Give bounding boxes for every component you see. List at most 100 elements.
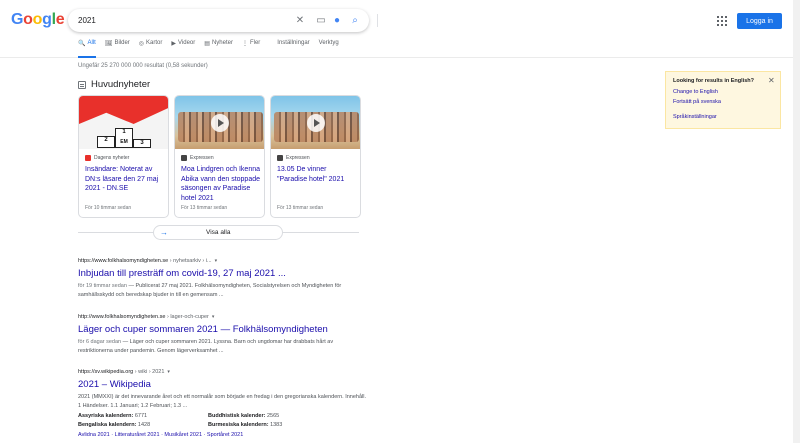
- play-icon[interactable]: [211, 114, 229, 132]
- tab-images[interactable]: 🖼 Bilder: [105, 40, 130, 58]
- tab-label: Videor: [178, 40, 196, 46]
- fact-row: Bengaliska kalendern: 1428: [78, 421, 208, 430]
- panel-title: Looking for results in English?: [673, 78, 754, 84]
- apps-grid-icon[interactable]: [717, 16, 727, 26]
- result-path: › lager-och-cuper: [165, 314, 209, 320]
- news-card[interactable]: Expressen Moa Lindgren och Ikenna Abika …: [174, 95, 265, 218]
- result-date: för 19 timmar sedan: [78, 283, 127, 289]
- clear-icon[interactable]: ✕: [294, 14, 306, 26]
- news-time: För 10 timmar sedan: [85, 205, 132, 211]
- news-source: Dagens nyheter: [85, 155, 129, 161]
- result-title[interactable]: Läger och cuper sommaren 2021 — Folkhäls…: [78, 324, 368, 335]
- logo-letter: o: [32, 11, 43, 28]
- tab-label: Allt: [87, 40, 96, 46]
- fact-key: Buddhistisk kalender:: [208, 413, 266, 419]
- play-icon[interactable]: [307, 114, 325, 132]
- tab-maps[interactable]: ◎ Kartor: [139, 40, 163, 58]
- search-result: http://www.folkhalsomyndigheten.se › lag…: [78, 314, 368, 356]
- close-icon[interactable]: ✕: [768, 76, 775, 85]
- search-icon: 🔍: [78, 41, 86, 47]
- more-options-icon[interactable]: ▾: [212, 314, 215, 320]
- tab-label: Nyheter: [211, 40, 233, 46]
- result-domain: https://www.folkhalsomyndigheten.se: [78, 258, 169, 264]
- result-stats: Ungefär 25 270 000 000 resultat (0,58 se…: [78, 63, 208, 69]
- more-options-icon[interactable]: ▾: [167, 369, 170, 375]
- news-source: Expressen: [181, 155, 214, 161]
- news-title[interactable]: 13.05 De vinner "Paradise hotel" 2021: [277, 165, 357, 184]
- tools-link[interactable]: Verktyg: [319, 40, 339, 58]
- login-button[interactable]: Logga in: [737, 13, 782, 29]
- podium-label: 2: [97, 136, 115, 148]
- fact-row: Burmesiska kalendern: 1383: [208, 421, 338, 430]
- result-title[interactable]: 2021 – Wikipedia: [78, 379, 368, 390]
- source-name: Expressen: [286, 155, 310, 161]
- more-options-icon[interactable]: ▾: [215, 258, 218, 264]
- news-card[interactable]: Expressen 13.05 De vinner "Paradise hote…: [270, 95, 361, 218]
- fact-row: Assyriska kalendern: 6771: [78, 412, 208, 421]
- news-icon: [78, 80, 86, 89]
- change-to-english-link[interactable]: Change to English: [673, 89, 718, 95]
- fact-key: Burmesiska kalendern:: [208, 422, 269, 428]
- news-thumbnail: 2 1 EM 3: [79, 96, 168, 149]
- tab-news[interactable]: ▤ Nyheter: [204, 40, 233, 58]
- result-url[interactable]: https://sv.wikipedia.org › wiki › 2021 ▾: [78, 369, 368, 375]
- search-tabs: 🔍 Allt 🖼 Bilder ◎ Kartor ▶ Videor ▤ Nyheter ⋮…: [78, 40, 348, 58]
- fact-key: Bengaliska kalendern:: [78, 422, 137, 428]
- infobox-facts: Assyriska kalendern: 6771 Buddhistisk ka…: [78, 412, 368, 430]
- scrollbar[interactable]: [793, 0, 800, 443]
- language-settings-link[interactable]: Språkinställningar: [673, 114, 717, 120]
- podium-label: 3: [133, 139, 151, 148]
- fact-value: 1428: [137, 422, 151, 428]
- fact-key: Assyriska kalendern:: [78, 413, 134, 419]
- result-snippet: för 6 dagar sedan — Läger och cuper somm…: [78, 338, 368, 356]
- result-path: › nyhetsarkiv › i...: [168, 258, 212, 264]
- keyboard-icon[interactable]: ▭: [315, 14, 327, 26]
- tab-more[interactable]: ⋮ Fler: [242, 40, 260, 58]
- search-input[interactable]: [78, 13, 278, 28]
- result-title[interactable]: Inbjudan till presträff om covid-19, 27 …: [78, 268, 368, 279]
- tab-all[interactable]: 🔍 Allt: [78, 40, 96, 58]
- news-title[interactable]: Moa Lindgren och Ikenna Abika vann den s…: [181, 165, 261, 203]
- result-snippet: 2021 (MMXXI) är det innevarande året och…: [78, 394, 367, 409]
- tools-label: Verktyg: [318, 40, 339, 46]
- source-name: Expressen: [190, 155, 214, 161]
- top-stories-title: Huvudnyheter: [91, 79, 151, 90]
- news-source: Expressen: [277, 155, 310, 161]
- news-title[interactable]: Insändare: Noterat av DN:s läsare den 27…: [85, 165, 165, 194]
- search-box[interactable]: ✕ ▭ ● ⌕: [68, 9, 378, 32]
- news-time: För 13 timmar sedan: [181, 205, 228, 211]
- result-date: för 6 dagar sedan: [78, 339, 122, 345]
- logo-letter: g: [42, 11, 52, 28]
- header: Google ✕ ▭ ● ⌕ Logga in 🔍Allt 🖼Bilder ◎K…: [0, 0, 800, 58]
- fact-value: 1383: [270, 422, 283, 428]
- search-icon[interactable]: ⌕: [349, 14, 361, 26]
- video-icon: ▶: [171, 41, 177, 47]
- show-all-button[interactable]: → Visa alla: [153, 225, 283, 240]
- fact-value: 6771: [134, 413, 148, 419]
- tab-label: Kartor: [146, 40, 163, 46]
- show-all-label: Visa alla: [206, 229, 231, 236]
- result-url[interactable]: https://www.folkhalsomyndigheten.se › ny…: [78, 258, 368, 264]
- news-card[interactable]: 2 1 EM 3 Dagens nyheter Insändare: Noter…: [78, 95, 169, 218]
- source-logo-icon: [85, 155, 91, 161]
- source-name: Dagens nyheter: [94, 155, 130, 161]
- search-divider: [377, 14, 378, 27]
- google-logo[interactable]: Google: [11, 11, 65, 29]
- news-time: För 13 timmar sedan: [277, 205, 324, 211]
- microphone-icon[interactable]: ●: [331, 14, 343, 26]
- sitelinks[interactable]: Avlidna 2021 · Litteraturåret 2021 · Mus…: [78, 432, 368, 438]
- tab-videos[interactable]: ▶ Videor: [171, 40, 195, 58]
- source-logo-icon: [181, 155, 187, 161]
- result-domain: https://sv.wikipedia.org: [78, 369, 134, 375]
- result-snippet: för 19 timmar sedan — Publicerat 27 maj …: [78, 282, 368, 300]
- source-logo-icon: [277, 155, 283, 161]
- map-pin-icon: ◎: [138, 41, 145, 47]
- podium-label: EM: [115, 139, 133, 148]
- settings-link[interactable]: Inställningar: [277, 40, 309, 58]
- continue-swedish-link[interactable]: Fortsätt på svenska: [673, 99, 721, 105]
- result-url[interactable]: http://www.folkhalsomyndigheten.se › lag…: [78, 314, 368, 320]
- arrow-right-icon: →: [160, 228, 168, 237]
- result-domain: http://www.folkhalsomyndigheten.se: [78, 314, 166, 320]
- logo-letter: G: [11, 11, 24, 28]
- image-icon: 🖼: [104, 41, 113, 47]
